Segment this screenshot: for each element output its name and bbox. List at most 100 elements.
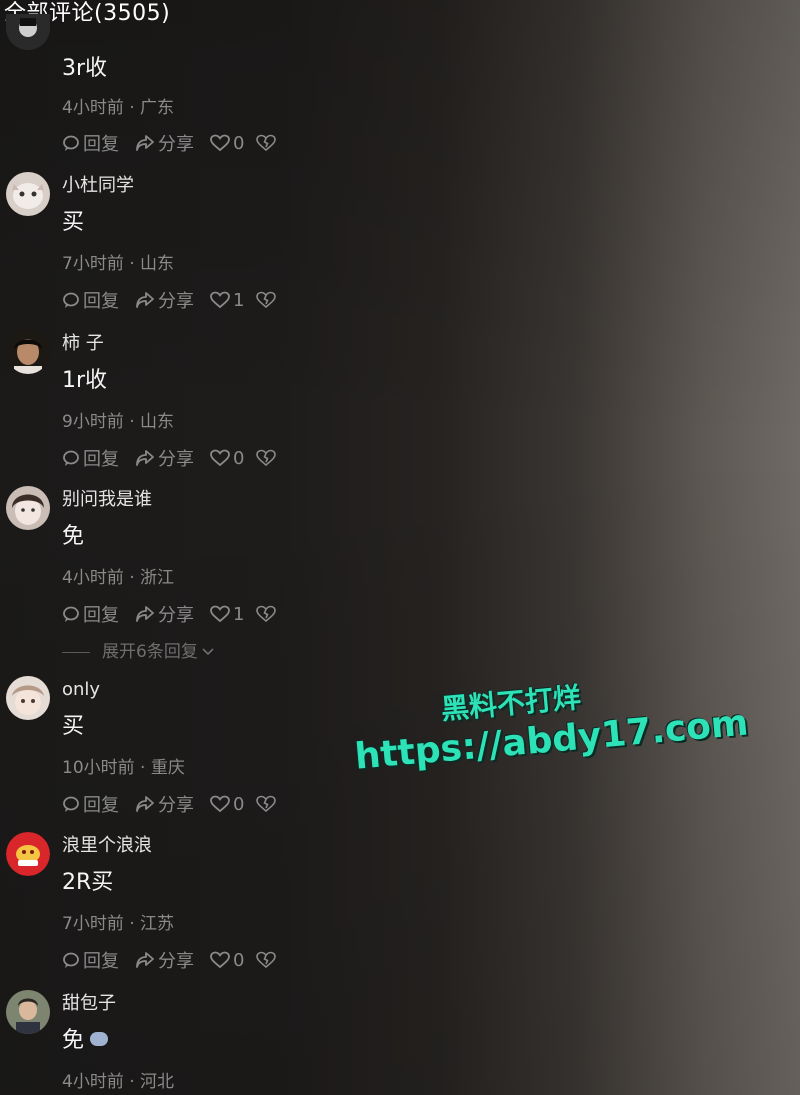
comment-item: 甜包子 免 4小时前 · 河北 bbox=[0, 990, 380, 1095]
reply-button[interactable]: 回复 bbox=[62, 601, 119, 627]
comment-username[interactable]: 柿 子 bbox=[62, 332, 104, 356]
comment-meta: 9小时前 · 山东 bbox=[62, 412, 175, 432]
comment-text: 免 bbox=[62, 524, 85, 549]
like-count: 1 bbox=[233, 603, 245, 625]
comment-text: 买 bbox=[62, 210, 85, 235]
avatar[interactable] bbox=[6, 14, 50, 50]
expand-replies-label: 展开6条回复 bbox=[102, 642, 198, 662]
dislike-button[interactable] bbox=[256, 795, 279, 813]
comment-item: 别问我是谁 免 4小时前 · 浙江 回复 分享 1 bbox=[0, 486, 380, 646]
share-icon bbox=[136, 450, 154, 466]
like-button[interactable]: 1 bbox=[210, 604, 244, 625]
avatar[interactable] bbox=[6, 676, 50, 720]
comment-username[interactable]: 浪里个浪浪 bbox=[62, 834, 152, 858]
broken-heart-icon bbox=[256, 134, 277, 152]
comment-text: 2R买 bbox=[62, 870, 114, 895]
dislike-button[interactable] bbox=[256, 951, 279, 969]
comment-actions: 回复 分享 0 bbox=[62, 791, 295, 817]
comment-meta: 4小时前 · 广东 bbox=[62, 98, 175, 118]
comment-username[interactable]: 别问我是谁 bbox=[62, 488, 152, 512]
like-button[interactable]: 0 bbox=[210, 448, 244, 469]
heart-icon bbox=[210, 605, 230, 623]
avatar[interactable] bbox=[6, 832, 50, 876]
comment-meta: 4小时前 · 浙江 bbox=[62, 568, 175, 588]
comment-item: only 买 10小时前 · 重庆 回复 分享 0 bbox=[0, 676, 380, 836]
reply-icon bbox=[63, 606, 79, 622]
dislike-button[interactable] bbox=[256, 449, 279, 467]
share-button[interactable]: 分享 bbox=[135, 601, 194, 627]
reply-icon bbox=[63, 292, 79, 308]
chevron-down-icon bbox=[202, 648, 214, 656]
like-count: 0 bbox=[233, 447, 245, 469]
share-icon bbox=[136, 292, 154, 308]
comment-meta: 7小时前 · 江苏 bbox=[62, 914, 175, 934]
avatar[interactable] bbox=[6, 330, 50, 374]
like-count: 0 bbox=[233, 132, 245, 154]
avatar[interactable] bbox=[6, 172, 50, 216]
reply-button[interactable]: 回复 bbox=[62, 287, 119, 313]
reply-icon bbox=[63, 796, 79, 812]
comment-meta: 4小时前 · 河北 bbox=[62, 1072, 175, 1092]
expand-replies-button[interactable]: 展开6条回复 bbox=[62, 640, 215, 664]
share-icon bbox=[136, 606, 154, 622]
broken-heart-icon bbox=[256, 291, 277, 309]
share-icon bbox=[136, 952, 154, 968]
share-button[interactable]: 分享 bbox=[135, 130, 194, 156]
share-button[interactable]: 分享 bbox=[135, 287, 194, 313]
emoji-icon bbox=[90, 1032, 109, 1046]
comment-item: 3r收 4小时前 · 广东 回复 分享 0 bbox=[0, 14, 380, 184]
reply-button[interactable]: 回复 bbox=[62, 445, 119, 471]
comment-username[interactable]: only bbox=[62, 678, 100, 702]
comment-actions: 回复 分享 0 bbox=[62, 947, 295, 973]
share-button[interactable]: 分享 bbox=[135, 947, 194, 973]
share-icon bbox=[136, 796, 154, 812]
comment-username[interactable]: 甜包子 bbox=[62, 992, 116, 1016]
reply-icon bbox=[63, 135, 79, 151]
comment-item: 浪里个浪浪 2R买 7小时前 · 江苏 回复 分享 0 bbox=[0, 832, 380, 992]
comment-meta: 7小时前 · 山东 bbox=[62, 254, 175, 274]
heart-icon bbox=[210, 795, 230, 813]
comment-actions: 回复 分享 1 bbox=[62, 601, 295, 627]
avatar[interactable] bbox=[6, 486, 50, 530]
like-count: 0 bbox=[233, 949, 245, 971]
share-button[interactable]: 分享 bbox=[135, 791, 194, 817]
broken-heart-icon bbox=[256, 605, 277, 623]
reply-icon bbox=[63, 952, 79, 968]
comment-actions: 回复 分享 1 bbox=[62, 287, 295, 313]
heart-icon bbox=[210, 134, 230, 152]
heart-icon bbox=[210, 291, 230, 309]
comment-actions: 回复 分享 0 bbox=[62, 445, 295, 471]
reply-icon bbox=[63, 450, 79, 466]
comment-item: 小杜同学 买 7小时前 · 山东 回复 分享 1 bbox=[0, 172, 380, 332]
dislike-button[interactable] bbox=[256, 605, 279, 623]
like-count: 1 bbox=[233, 289, 245, 311]
avatar[interactable] bbox=[6, 990, 50, 1034]
broken-heart-icon bbox=[256, 795, 277, 813]
share-button[interactable]: 分享 bbox=[135, 445, 194, 471]
reply-button[interactable]: 回复 bbox=[62, 130, 119, 156]
reply-button[interactable]: 回复 bbox=[62, 947, 119, 973]
comment-username[interactable]: 小杜同学 bbox=[62, 174, 134, 198]
comment-text: 买 bbox=[62, 714, 85, 739]
broken-heart-icon bbox=[256, 951, 277, 969]
heart-icon bbox=[210, 449, 230, 467]
watermark: 黑料不打烊 https://abdy17.com bbox=[350, 666, 750, 780]
dislike-button[interactable] bbox=[256, 291, 279, 309]
like-button[interactable]: 1 bbox=[210, 290, 244, 311]
reply-button[interactable]: 回复 bbox=[62, 791, 119, 817]
comment-meta: 10小时前 · 重庆 bbox=[62, 758, 185, 778]
comment-text: 免 bbox=[62, 1026, 109, 1056]
comment-text: 3r收 bbox=[62, 56, 108, 81]
dislike-button[interactable] bbox=[256, 134, 279, 152]
like-button[interactable]: 0 bbox=[210, 950, 244, 971]
broken-heart-icon bbox=[256, 449, 277, 467]
comment-item: 柿 子 1r收 9小时前 · 山东 回复 分享 0 bbox=[0, 330, 380, 490]
like-button[interactable]: 0 bbox=[210, 794, 244, 815]
like-button[interactable]: 0 bbox=[210, 133, 244, 154]
comment-actions: 回复 分享 0 bbox=[62, 130, 295, 156]
like-count: 0 bbox=[233, 793, 245, 815]
comment-text: 1r收 bbox=[62, 368, 108, 393]
heart-icon bbox=[210, 951, 230, 969]
expand-divider bbox=[62, 651, 90, 653]
share-icon bbox=[136, 135, 154, 151]
